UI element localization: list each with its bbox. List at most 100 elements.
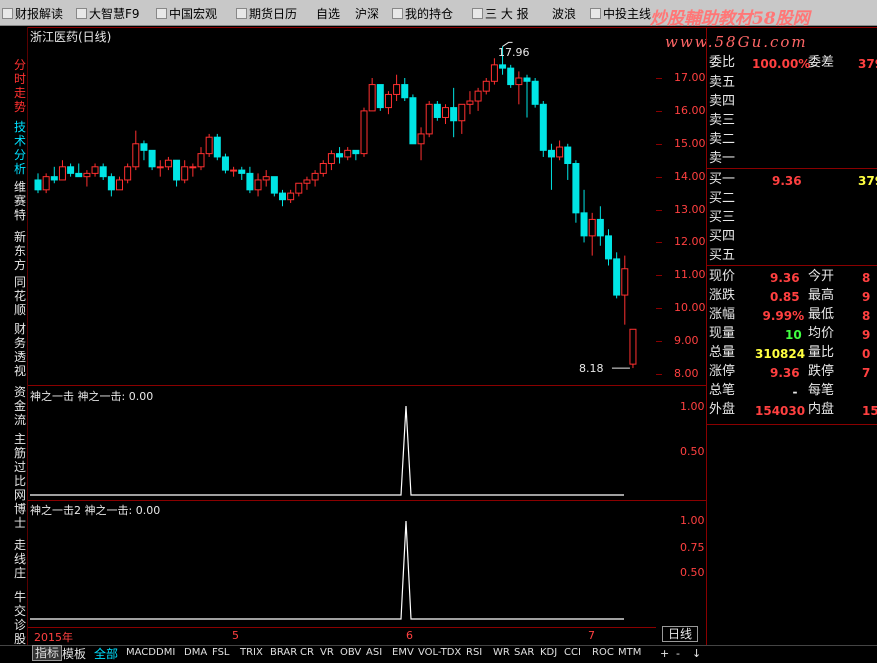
ask-level-3[interactable]: 卖三 — [709, 113, 735, 129]
indicator-tab-emv[interactable]: EMV — [392, 647, 414, 658]
indicator-tab-kdj[interactable]: KDJ — [540, 647, 557, 658]
indicator-tab-vol-tdx[interactable]: VOL-TDX — [418, 647, 461, 658]
toolbar-item-期货日历[interactable]: 期货日历 — [236, 7, 297, 21]
sidebar-tab-走线庄[interactable]: 走线庄 — [12, 538, 28, 580]
candle — [116, 176, 123, 191]
indicator-tab-指标[interactable]: 指标 — [32, 645, 63, 661]
candle — [50, 166, 58, 184]
indicator-tab-cci[interactable]: CCI — [564, 647, 581, 658]
toolbar-item-三大报[interactable]: 三 大 报 — [472, 7, 529, 21]
sidebar-tab-分时走势[interactable]: 分时走势 — [12, 58, 28, 114]
candle — [507, 64, 515, 88]
price-ytick-mark — [656, 275, 662, 277]
candle — [360, 107, 368, 157]
toolbar-item-我的持仓[interactable]: 我的持仓 — [392, 7, 453, 21]
candle — [523, 74, 531, 118]
sidebar-tab-技术分析[interactable]: 技术分析 — [12, 120, 28, 176]
weibi-label: 委比 — [709, 55, 736, 70]
candle — [91, 163, 99, 177]
candle — [613, 252, 621, 299]
zoom-in-button[interactable]: + — [660, 647, 669, 660]
indicator2-chart[interactable] — [28, 501, 656, 626]
candle — [442, 104, 449, 125]
sidebar-tab-财务透视[interactable]: 财务透视 — [12, 322, 28, 378]
price-ytick-mark — [656, 78, 662, 79]
x-tick-7: 7 — [588, 629, 595, 642]
indicator-tab-roc[interactable]: ROC — [592, 647, 614, 658]
indicator-tab-obv[interactable]: OBV — [340, 647, 361, 658]
bid-level-3[interactable]: 买三 — [709, 210, 735, 226]
bid-level-5[interactable]: 买五 — [709, 248, 735, 264]
indicator-tab-全部[interactable]: 全部 — [94, 645, 118, 662]
candle — [490, 58, 498, 85]
indicator-tab-fsl[interactable]: FSL — [212, 647, 230, 658]
zoom-out-button[interactable]: - — [676, 647, 680, 660]
sidebar-tab-主筋过比[interactable]: 主筋过比 — [12, 432, 28, 488]
candle — [466, 91, 474, 115]
quote-label2-4: 量比 — [808, 345, 835, 360]
chart-title: 浙江医药(日线) — [30, 30, 112, 44]
candle — [515, 71, 523, 105]
price-ytick-mark — [656, 242, 662, 244]
candle — [572, 160, 580, 223]
quote-label2-2: 最低 — [808, 307, 835, 322]
bid-level-2[interactable]: 买二 — [709, 191, 735, 207]
indicator-tab-macd[interactable]: MACD — [126, 647, 156, 658]
toolbar-item-沪深[interactable]: 沪深 — [355, 7, 379, 21]
candle — [34, 173, 42, 194]
indicator-tab-wr[interactable]: WR — [493, 647, 510, 658]
price-ytick-8: 10.00 — [674, 301, 706, 315]
indicator-tab-cr[interactable]: CR — [300, 647, 314, 658]
indicator-tab-rsi[interactable]: RSI — [466, 647, 482, 658]
sidebar-tab-牛交诊股[interactable]: 牛交诊股 — [12, 590, 28, 646]
indicator-tab-模板[interactable]: 模板 — [62, 645, 86, 662]
price-ytick-10: 8.00 — [674, 367, 699, 380]
indicator-tab-mtm[interactable]: MTM — [618, 647, 641, 658]
indicator-tab-dma[interactable]: DMA — [184, 647, 207, 658]
quote-label-6: 总笔 — [709, 383, 736, 398]
toolbar-item-波浪[interactable]: 波浪 — [552, 7, 576, 21]
indicator-tab-brar[interactable]: BRAR — [270, 647, 297, 658]
ask-level-4[interactable]: 卖四 — [709, 94, 735, 110]
indicator-tab-dmi[interactable]: DMI — [156, 647, 175, 658]
sidebar-tab-资金流[interactable]: 资金流 — [12, 385, 28, 427]
price-ytick-mark — [656, 374, 662, 375]
quote-separator-0 — [706, 168, 877, 169]
candle — [295, 182, 303, 197]
weibi-value: 100.00% — [752, 57, 811, 71]
sidebar-tab-新东方[interactable]: 新东方 — [12, 230, 28, 272]
quote-label2-0: 今开 — [808, 269, 835, 284]
sidebar-tab-同花顺[interactable]: 同花顺 — [12, 275, 28, 317]
toolbar-item-财报解读[interactable]: 财报解读 — [2, 7, 63, 21]
indicator-tab-vr[interactable]: VR — [320, 647, 334, 658]
indicator-tab-trix[interactable]: TRIX — [240, 647, 263, 658]
quote-label2-3: 均价 — [808, 326, 835, 341]
sidebar-tab-网博士[interactable]: 网博士 — [12, 488, 28, 530]
toolbar-item-自选[interactable]: 自选 — [316, 7, 340, 21]
ask-level-2[interactable]: 卖二 — [709, 132, 735, 148]
toolbar-item-中投主线[interactable]: 中投主线 — [590, 7, 651, 21]
quote-label2-7: 内盘 — [808, 402, 835, 417]
toolbar-item-中国宏观[interactable]: 中国宏观 — [156, 7, 217, 21]
sidebar-tab-维赛特[interactable]: 维赛特 — [12, 180, 28, 222]
ask-level-1[interactable]: 卖一 — [709, 151, 735, 167]
price-ytick-mark — [656, 143, 662, 145]
quote-label-5: 涨停 — [709, 364, 736, 379]
indicator-tab-sar[interactable]: SAR — [514, 647, 534, 658]
candle — [156, 160, 164, 177]
quote-label-1: 涨跌 — [709, 288, 736, 303]
doc-icon — [236, 8, 247, 19]
scroll-down-button[interactable]: ↓ — [692, 647, 701, 660]
indicator-tab-asi[interactable]: ASI — [366, 647, 382, 658]
bid-level-4[interactable]: 买四 — [709, 229, 735, 245]
period-button[interactable]: 日线 — [662, 626, 698, 642]
toolbar-item-大智慧[interactable]: 大智慧F9 — [76, 7, 140, 21]
candle — [58, 160, 66, 181]
bid-level-1[interactable]: 买一 — [709, 172, 735, 188]
candle — [124, 163, 132, 184]
x-tick-6: 6 — [406, 629, 413, 642]
candlestick-chart[interactable] — [28, 27, 656, 385]
price-ytick-4: 14.00 — [674, 169, 706, 183]
price-ytick-7: 11.00 — [674, 268, 706, 282]
ask-level-5[interactable]: 卖五 — [709, 75, 735, 91]
